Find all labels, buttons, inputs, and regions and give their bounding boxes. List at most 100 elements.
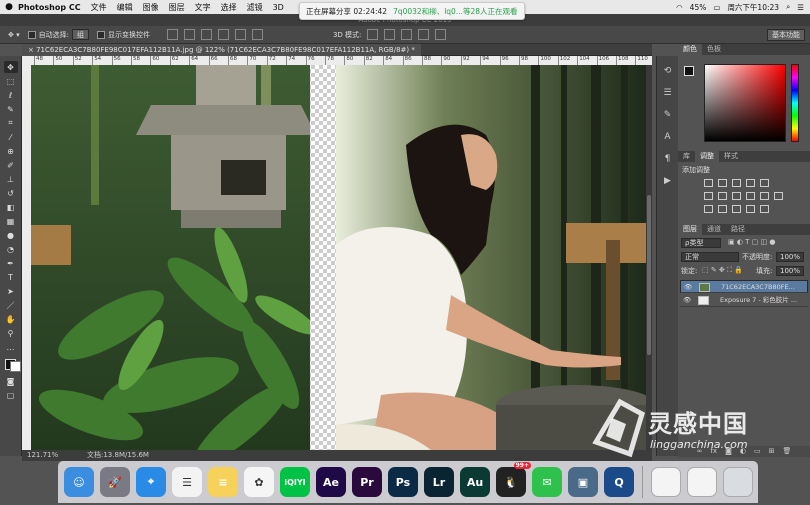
dock-trash-icon[interactable] [723,467,753,497]
dock-iqiyi-icon[interactable]: iQIYI [280,467,310,497]
background-color-swatch[interactable] [9,361,21,372]
selective-color-icon[interactable] [746,205,755,213]
paragraph-panel-icon[interactable]: ¶ [661,152,675,166]
character-panel-icon[interactable]: A [661,130,675,144]
quick-select-tool-icon[interactable]: ✎ [4,103,18,115]
dock-lightroom-icon[interactable]: Lr [424,467,454,497]
foreground-swatch[interactable] [684,66,694,76]
hue-saturation-icon[interactable] [704,192,713,200]
dodge-tool-icon[interactable]: ◔ [4,243,18,255]
dock-preview-icon[interactable]: ▣ [568,467,598,497]
align-center-icon[interactable] [234,29,246,40]
document-tab[interactable]: × 71C62ECA3C7B80FE98C017EFA112B11A.jpg @… [22,44,421,56]
channel-mixer-icon[interactable] [760,192,769,200]
invert-icon[interactable] [704,205,713,213]
quick-mask-icon[interactable]: ◙ [4,375,18,387]
tab-paths[interactable]: 路径 [726,224,750,235]
scroll-thumb[interactable] [647,195,651,355]
history-brush-tool-icon[interactable]: ↺ [4,187,18,199]
auto-select-dropdown[interactable]: 组 [71,29,89,40]
search-icon[interactable]: ⌕ [786,2,790,12]
dock-safari-icon[interactable]: ⌖ [136,467,166,497]
posterize-icon[interactable] [718,205,727,213]
menu-type[interactable]: 文字 [195,2,211,13]
healing-brush-tool-icon[interactable]: ⊕ [4,145,18,157]
document-canvas[interactable] [31,65,646,450]
layer-filter-icons[interactable]: ▣ ◐ T ▢ ◫ ● [728,238,775,246]
workspace-dropdown[interactable]: 基本功能 [767,29,805,41]
color-lookup-icon[interactable] [774,192,783,200]
opacity-input[interactable]: 100% [776,252,804,262]
dock-after-effects-icon[interactable]: Ae [316,467,346,497]
tab-styles[interactable]: 样式 [719,151,743,162]
threshold-icon[interactable] [732,205,741,213]
photo-filter-icon[interactable] [746,192,755,200]
dock-premiere-icon[interactable]: Pr [352,467,382,497]
color-picker-field[interactable] [704,64,786,142]
more-tools-icon[interactable]: … [4,341,18,353]
zoom-level[interactable]: 121.71% [27,450,58,461]
blur-tool-icon[interactable]: ● [4,229,18,241]
dock-qq-icon[interactable]: 🐧 99+ [496,462,531,497]
3d-roll-icon[interactable] [384,29,396,40]
align-middle-icon[interactable] [183,29,195,40]
lock-icons[interactable]: ⬚ ✎ ✥ ⛶ 🔒 [702,266,743,275]
gradient-map-icon[interactable] [760,205,769,213]
wifi-icon[interactable]: ◠ [676,3,683,12]
visibility-eye-icon[interactable]: 👁 [683,294,691,306]
clock[interactable]: 周六下午10:23 [727,2,779,13]
menu-layer[interactable]: 图层 [169,2,185,13]
color-panel-swatches[interactable] [684,66,700,82]
align-bottom-icon[interactable] [200,29,212,40]
vertical-scrollbar[interactable] [646,65,652,450]
visibility-eye-icon[interactable]: 👁 [684,281,692,292]
layer-kind-filter[interactable]: ρ类型 [681,238,721,248]
lasso-tool-icon[interactable]: ℓ [4,89,18,101]
dock-quicktime-icon[interactable]: Q [604,467,634,497]
menu-file[interactable]: 文件 [91,2,107,13]
blend-mode-dropdown[interactable]: 正常 [681,252,739,262]
menu-list-icon[interactable]: ☰ [797,3,804,12]
fill-input[interactable]: 100% [776,266,804,276]
eyedropper-tool-icon[interactable]: ⁄ [4,131,18,143]
tab-layers[interactable]: 图层 [678,224,702,235]
align-top-icon[interactable] [166,29,178,40]
black-white-icon[interactable] [732,192,741,200]
hue-slider[interactable] [791,64,799,142]
color-balance-icon[interactable] [718,192,727,200]
align-right-icon[interactable] [251,29,263,40]
eraser-tool-icon[interactable]: ◧ [4,201,18,213]
pen-tool-icon[interactable]: ✒ [4,257,18,269]
dock-finder-icon[interactable]: ☺ [64,467,94,497]
dock-audition-icon[interactable]: Au [460,467,490,497]
type-tool-icon[interactable]: T [4,271,18,283]
tab-libraries[interactable]: 库 [678,151,695,162]
menu-image[interactable]: 图像 [143,2,159,13]
move-tool-icon[interactable]: ✥ [3,61,18,73]
triangle-vibrance-icon[interactable] [760,179,769,187]
3d-rotate-icon[interactable] [367,29,379,40]
menu-3d[interactable]: 3D [273,3,284,12]
curves-icon[interactable] [732,179,741,187]
zoom-tool-icon[interactable]: ⚲ [4,327,18,339]
screen-share-banner[interactable]: 正在屏幕分享 02:24:42 7q0032和柳、lq0...等28人正在观看 [299,2,525,20]
menu-edit[interactable]: 编辑 [117,2,133,13]
dock-recent-doc-1-icon[interactable] [651,467,681,497]
3d-scale-icon[interactable] [435,29,447,40]
battery-icon[interactable]: ▭ [713,3,720,12]
brush-panel-icon[interactable]: ✎ [661,108,675,122]
app-menu[interactable]: Photoshop CC [18,3,81,12]
tab-adjustments[interactable]: 调整 [695,151,719,162]
properties-panel-icon[interactable]: ☰ [661,86,675,100]
show-transform-checkbox[interactable] [96,30,105,39]
document-size[interactable]: 文档:13.8M/15.6M [87,450,149,461]
gradient-tool-icon[interactable]: ▦ [4,215,18,227]
history-panel-icon[interactable]: ⟲ [661,64,675,78]
color-swatches[interactable] [4,355,21,373]
tab-swatches[interactable]: 色板 [702,44,726,55]
levels-icon[interactable] [718,179,727,187]
marquee-tool-icon[interactable]: ⬚ [4,75,18,87]
tab-channels[interactable]: 通道 [702,224,726,235]
move-tool-preset-icon[interactable]: ✥ ▾ [8,31,20,39]
dock-launchpad-icon[interactable]: 🚀 [100,467,130,497]
